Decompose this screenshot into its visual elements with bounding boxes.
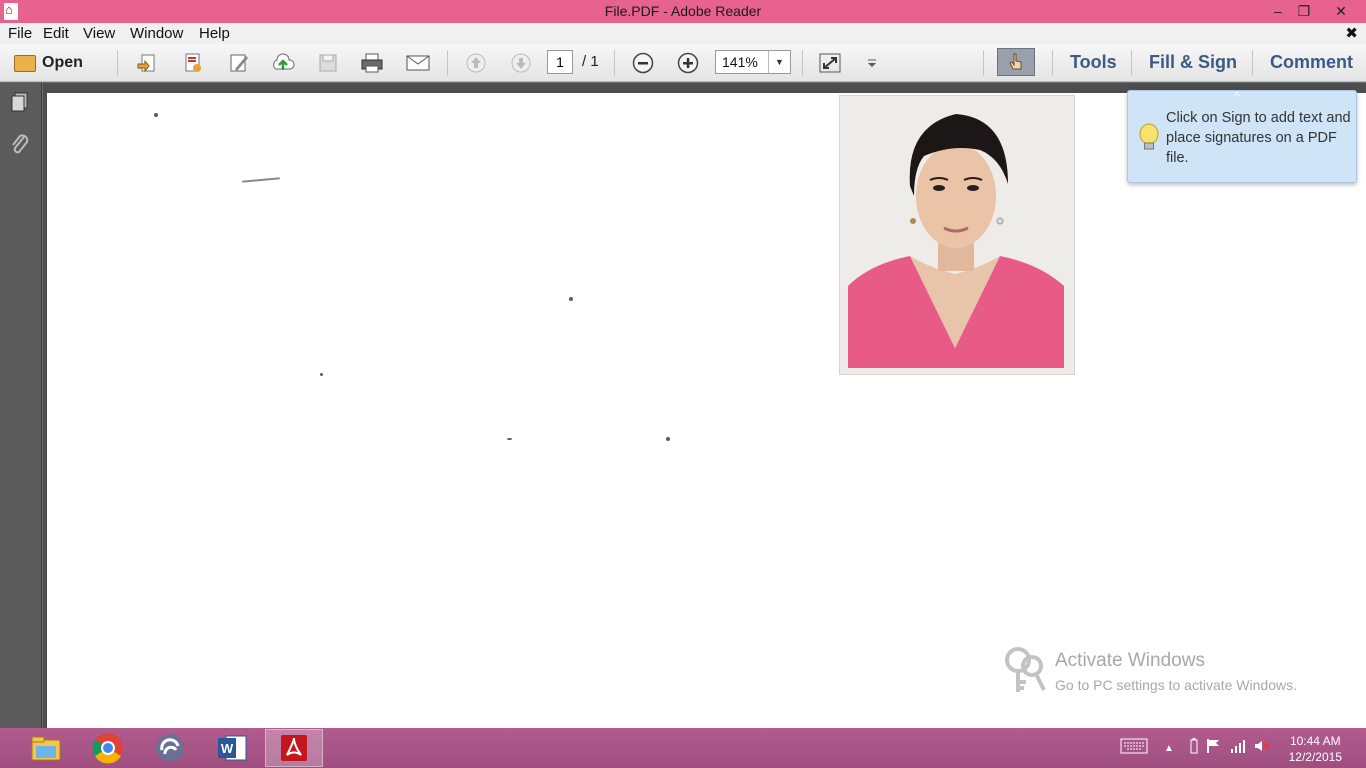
menu-edit[interactable]: Edit [43,25,69,42]
key-icon [1000,646,1050,701]
toolbar-separator [802,50,803,76]
clock-date: 12/2/2015 [1288,750,1342,764]
toolbar-separator [614,50,615,76]
title-bar: File.PDF - Adobe Reader – ❐ ✕ [0,0,1366,23]
zoom-value: 141% [722,54,758,70]
page-total: / 1 [582,53,599,70]
page-thumbnails-icon[interactable] [9,91,31,118]
bittorrent-taskbar-icon[interactable] [141,729,199,767]
chevron-down-icon[interactable]: ▼ [768,51,790,73]
fit-page-icon[interactable] [815,50,845,76]
toolbar-separator [1052,50,1053,76]
lightbulb-icon [1138,123,1160,158]
system-tray: ▲ [1120,728,1270,768]
passport-photo [839,95,1075,375]
tooltip-text: Click on Sign to add text and place sign… [1166,110,1351,166]
folder-icon [14,54,36,72]
attachments-paperclip-icon[interactable] [9,133,31,162]
chrome-taskbar-icon[interactable] [79,729,137,767]
window-title: File.PDF - Adobe Reader [604,3,762,19]
close-document-icon[interactable]: ✖ [1345,24,1358,42]
toolbar-separator [1131,50,1132,76]
file-explorer-taskbar-icon[interactable] [17,729,75,767]
system-clock[interactable]: 10:44 AM 12/2/2015 [1289,733,1342,765]
network-signal-icon[interactable] [1230,739,1246,758]
save-icon[interactable] [313,50,343,76]
restore-button[interactable]: ❐ [1289,0,1319,23]
open-button[interactable]: Open [14,51,83,75]
tools-button[interactable]: Tools [1070,52,1117,73]
pdf-page [47,93,1366,728]
menu-bar: File Edit View Window Help ✖ [0,23,1366,44]
keyboard-icon[interactable] [1120,738,1148,759]
edit-pdf-icon[interactable] [224,50,254,76]
activate-heading: Activate Windows [1055,650,1205,671]
show-hidden-icons-icon[interactable]: ▲ [1164,743,1174,754]
close-button[interactable]: ✕ [1326,0,1356,23]
convert-to-pdf-icon[interactable] [132,50,162,76]
previous-page-icon[interactable] [461,50,491,76]
tooltip-caret-icon: ^ [1234,89,1240,103]
menu-help[interactable]: Help [199,25,230,42]
page-number-input[interactable] [547,50,573,74]
create-pdf-icon[interactable] [178,50,208,76]
next-page-icon[interactable] [506,50,536,76]
hand-pointer-icon [1009,53,1022,70]
svg-text:W: W [221,741,234,756]
word-taskbar-icon[interactable]: W [203,729,261,767]
email-icon[interactable] [403,50,433,76]
toolbar-separator [447,50,448,76]
menu-window[interactable]: Window [130,25,183,42]
comment-button[interactable]: Comment [1270,52,1353,73]
taskbar: W ▲ 10:44 AM 12/2/2015 [0,728,1366,768]
action-center-flag-icon[interactable] [1206,738,1220,759]
toolbar-separator [1252,50,1253,76]
zoom-in-icon[interactable] [673,50,703,76]
volume-muted-icon[interactable] [1254,739,1270,758]
activate-subtext: Go to PC settings to activate Windows. [1055,677,1297,693]
menu-file[interactable]: File [8,25,32,42]
upload-cloud-icon[interactable] [268,50,298,76]
sign-tooltip[interactable]: ^ Click on Sign to add text and place si… [1127,89,1357,183]
menu-view[interactable]: View [83,25,115,42]
zoom-select[interactable]: 141% ▼ [715,50,791,74]
navigation-pane [0,83,42,728]
customize-toolbar-dropdown-icon[interactable] [857,50,887,76]
zoom-out-icon[interactable] [628,50,658,76]
open-label: Open [42,54,83,71]
adobe-reader-taskbar-icon[interactable] [265,729,323,767]
toolbar-separator [117,50,118,76]
print-icon[interactable] [357,50,387,76]
fill-sign-button[interactable]: Fill & Sign [1149,52,1237,73]
clock-time: 10:44 AM [1289,734,1341,748]
toolbar-separator [983,50,984,76]
battery-icon[interactable] [1190,737,1198,759]
sign-button[interactable] [997,48,1035,76]
